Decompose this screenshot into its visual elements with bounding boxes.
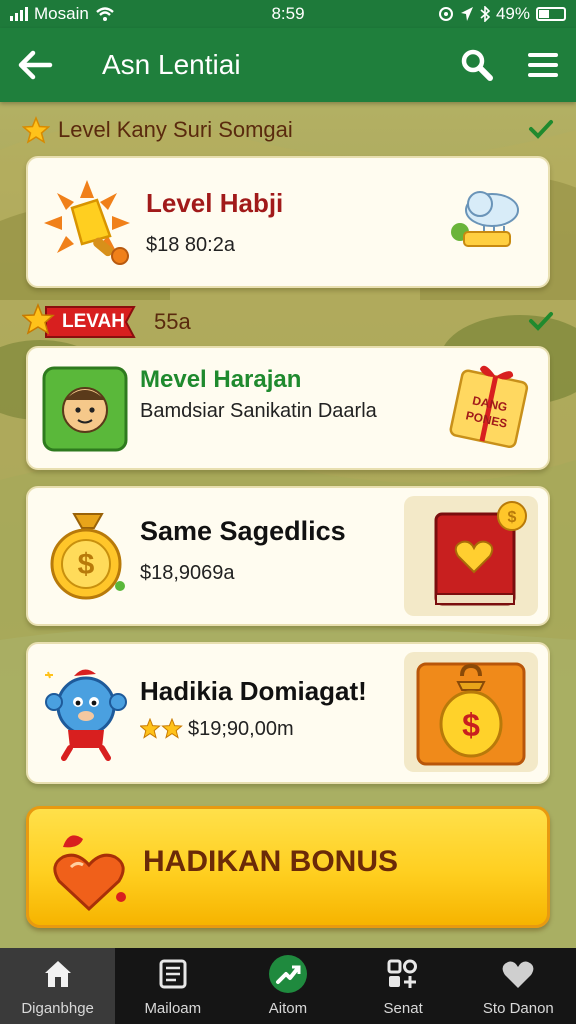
section-title: 55a: [154, 309, 191, 334]
card-subtitle: Bamdsiar Sanikatin Daarla: [140, 400, 377, 422]
signal-icon: [10, 7, 28, 21]
card-title: Level Habji: [146, 188, 284, 218]
reward-thumbnail: $: [404, 496, 538, 616]
back-arrow-icon: [18, 50, 53, 80]
nav-label: Aitom: [268, 1000, 308, 1017]
status-bar: Mosain 8:59 49%: [0, 0, 576, 28]
reward-thumbnail: $: [404, 652, 538, 772]
grid-icon: [387, 959, 418, 988]
nav-label: Senat: [383, 1000, 423, 1017]
star-icon: [22, 116, 50, 144]
sun-trophy-icon: [44, 180, 130, 265]
card-title: Mevel Harajan: [140, 366, 302, 393]
home-icon: [44, 961, 71, 987]
navigation-icon: [460, 7, 473, 21]
level-card[interactable]: Hadikia Domiagat! $19;90,00m $: [26, 642, 550, 784]
check-icon: [529, 120, 553, 139]
nav-item-home[interactable]: Diganbhge: [0, 948, 116, 1024]
nav-label: Sto Danon: [482, 1000, 554, 1017]
rating-stars: [140, 718, 183, 739]
section-badge: LEVAH: [62, 311, 125, 332]
svg-text:$: $: [508, 509, 517, 526]
level-card[interactable]: Mevel Harajan Bamdsiar Sanikatin Daarla …: [26, 346, 550, 470]
trend-icon: [268, 955, 307, 993]
card-subtitle: $19;90,00m: [188, 718, 294, 740]
heart-icon: [502, 961, 534, 988]
nav-item-senat[interactable]: Senat: [346, 948, 461, 1024]
bottom-navigation: Diganbhge Mailoam Aitom Senat Sto Danon: [0, 948, 576, 1024]
app-bar: Asn Lentiai: [0, 28, 576, 102]
money-bag-icon: $: [50, 513, 125, 600]
cloud-key-icon: [451, 191, 519, 247]
svg-text:$: $: [78, 548, 95, 581]
bluetooth-icon: [480, 6, 490, 22]
heart-gift-icon: [53, 835, 126, 912]
bonus-button[interactable]: HADIKAN BONUS: [26, 806, 550, 928]
gift-coupon-icon: DANG PONES: [449, 365, 529, 449]
location-icon: [438, 7, 453, 21]
nav-item-aitom[interactable]: Aitom: [230, 948, 345, 1024]
back-button[interactable]: [0, 28, 70, 102]
check-icon: [529, 312, 553, 331]
nav-label: Mailoam: [144, 1000, 202, 1017]
level-card[interactable]: Level Habji $18 80:2a: [26, 156, 550, 288]
level-list: Level Kany Suri Somgai Level Habji $18 8…: [0, 102, 576, 948]
document-icon: [159, 959, 187, 989]
menu-button[interactable]: [510, 28, 576, 102]
wifi-icon: [96, 7, 114, 21]
section-header: Level Kany Suri Somgai: [22, 110, 554, 150]
nav-label: Diganbhge: [21, 1000, 94, 1017]
page-title: Asn Lentiai: [102, 49, 241, 80]
nav-item-sto-danon[interactable]: Sto Danon: [461, 948, 576, 1024]
card-title: Same Sagedlics: [140, 516, 346, 546]
search-icon: [461, 49, 493, 81]
battery-icon: [536, 7, 566, 21]
heart-book-icon: $: [434, 501, 527, 606]
battery-percent: 49%: [495, 4, 530, 23]
menu-icon: [528, 53, 558, 77]
card-subtitle: $18 80:2a: [146, 234, 235, 256]
svg-text:$: $: [462, 707, 480, 743]
card-title: Hadikia Domiagat!: [140, 676, 367, 706]
blue-monster-icon: [45, 669, 127, 761]
section-header: LEVAH 55a: [22, 302, 554, 342]
character-face-icon: [42, 366, 128, 452]
search-button[interactable]: [444, 28, 510, 102]
section-title: Level Kany Suri Somgai: [58, 117, 293, 142]
card-subtitle: $18,9069a: [140, 562, 235, 584]
bonus-label: HADIKAN BONUS: [143, 845, 398, 878]
money-sack-icon: $: [416, 662, 526, 766]
nav-item-mailoam[interactable]: Mailoam: [115, 948, 230, 1024]
carrier-name: Mosain: [34, 4, 89, 23]
level-card[interactable]: $ Same Sagedlics $18,9069a $: [26, 486, 550, 626]
